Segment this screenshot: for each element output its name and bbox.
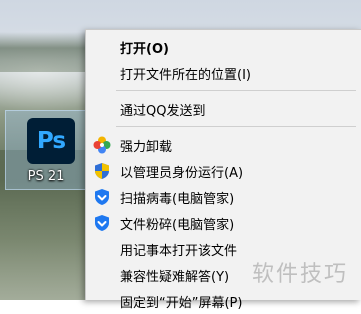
watermark-text: 软件技巧 xyxy=(252,262,349,287)
menu-item-label: 用记事本打开该文件 xyxy=(120,243,238,259)
tencent-shield-icon xyxy=(93,214,111,232)
menu-item-open-file-location[interactable]: 打开文件所在的位置(I) xyxy=(86,60,361,86)
menu-item-pin-to-start[interactable]: 固定到“开始”屏幕(P) xyxy=(86,288,361,314)
menu-item-label: 兼容性疑难解答(Y) xyxy=(120,269,230,285)
menu-separator xyxy=(116,126,356,127)
menu-item-label: 固定到“开始”屏幕(P) xyxy=(120,295,243,311)
desktop-icon-label: PS 21 xyxy=(27,169,65,184)
menu-item-label: 以管理员身份运行(A) xyxy=(120,165,244,181)
menu-item-label: 文件粉碎(电脑管家) xyxy=(120,217,235,233)
tencent-shield-icon xyxy=(93,188,111,206)
uac-shield-icon xyxy=(93,162,111,180)
menu-item-run-as-admin[interactable]: 以管理员身份运行(A) xyxy=(86,158,361,184)
photoshop-icon-text: Ps xyxy=(36,128,66,154)
menu-separator xyxy=(116,90,356,91)
menu-item-label: 打开文件所在的位置(I) xyxy=(120,67,251,83)
menu-item-label: 打开(O) xyxy=(120,41,169,57)
pinwheel-icon xyxy=(93,136,111,154)
desktop-icon-photoshop[interactable]: Ps PS 21 xyxy=(5,110,87,190)
menu-item-label: 通过QQ发送到 xyxy=(120,103,206,119)
menu-item-label: 扫描病毒(电脑管家) xyxy=(120,191,235,207)
menu-item-send-via-qq[interactable]: 通过QQ发送到 xyxy=(86,96,361,122)
menu-item-scan-virus[interactable]: 扫描病毒(电脑管家) xyxy=(86,184,361,210)
menu-item-label: 强力卸载 xyxy=(120,139,173,155)
photoshop-icon: Ps xyxy=(27,118,75,164)
menu-item-open[interactable]: 打开(O) xyxy=(86,34,361,60)
menu-item-force-uninstall[interactable]: 强力卸载 xyxy=(86,132,361,158)
menu-item-file-shred[interactable]: 文件粉碎(电脑管家) xyxy=(86,210,361,236)
